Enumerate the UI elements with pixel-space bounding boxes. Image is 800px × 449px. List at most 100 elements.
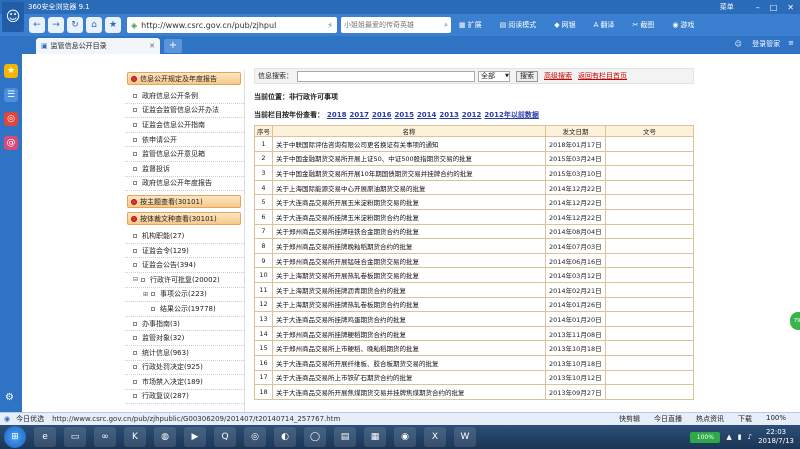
app-folder-icon[interactable]: ▤: [334, 427, 356, 447]
tree-expander-icon[interactable]: ⊟: [133, 276, 138, 283]
app-baidu-icon[interactable]: ∞: [94, 427, 116, 447]
row-title-link[interactable]: 关于大连商品交易所开展纤维板、胶合板期货交易的批复: [272, 354, 546, 371]
favorite-star-icon[interactable]: ★: [105, 17, 121, 33]
clock[interactable]: 22:03 2018/7/13: [758, 428, 794, 446]
address-bar[interactable]: ◈ http://www.csrc.gov.cn/pub/zjhpul ⚡: [127, 17, 337, 33]
status-download[interactable]: 下载: [738, 414, 752, 424]
row-title-link[interactable]: 关于郑州商品交易所挂牌粳稻期货合约的批复: [272, 325, 546, 342]
tool-reading-mode[interactable]: ▤ 阅读模式: [500, 20, 546, 30]
tab-menu-icon[interactable]: ≡: [788, 39, 794, 49]
nav-section-rules[interactable]: 信息公开规定及年度报告: [127, 72, 241, 85]
row-title-link[interactable]: 关于郑州商品交易所上市粳稻、晚籼稻期货的批复: [272, 340, 546, 356]
nav-item[interactable]: ⊞ 事项公示(223): [125, 288, 244, 303]
user-avatar[interactable]: ☺: [2, 2, 24, 32]
nav-item[interactable]: 证监会信息公开指南: [125, 118, 244, 133]
app-360-icon[interactable]: ◎: [244, 427, 266, 447]
volume-icon[interactable]: ♪: [748, 433, 752, 441]
table-row[interactable]: 14 关于郑州商品交易所挂牌粳稻期货合约的批复 2013年11月08日: [254, 325, 694, 342]
nav-item[interactable]: 行政处罚决定(925): [125, 361, 244, 376]
status-live[interactable]: 今日直播: [654, 414, 682, 424]
nav-item[interactable]: 监管信息公开意见箱: [125, 147, 244, 162]
settings-gear-icon[interactable]: ⚙: [5, 392, 14, 403]
row-title-link[interactable]: 关于郑州商品交易所挂牌硅铁合金期货合约的批复: [272, 223, 546, 240]
nav-item[interactable]: ⊟ 行政许可批复(20002): [125, 273, 244, 288]
tab-active[interactable]: ▣ 监管信息公开目录 ✕: [36, 38, 160, 54]
year-link[interactable]: 2016: [372, 111, 391, 119]
row-title-link[interactable]: 关于上海期货交易所挂牌沥青期货合约的批复: [272, 281, 546, 298]
maximize-icon[interactable]: □: [770, 3, 778, 12]
table-row[interactable]: 7 关于郑州商品交易所挂牌硅铁合金期货合约的批复 2014年08月04日: [254, 223, 694, 240]
tool-translate[interactable]: A 翻译: [594, 20, 624, 30]
table-row[interactable]: 6 关于大连商品交易所挂牌玉米淀粉期货合约的批复 2014年12月22日: [254, 208, 694, 225]
row-title-link[interactable]: 关于大连商品交易所开展玉米淀粉期货交易的批复: [272, 194, 546, 210]
nav-item[interactable]: 结果公示(19778): [125, 302, 244, 317]
row-title-link[interactable]: 关于上海期货交易所挂牌热轧卷板期货合约的批复: [272, 296, 546, 313]
row-title-link[interactable]: 关于大连商品交易所上市铁矿石期货合约的批复: [272, 369, 546, 386]
forward-icon[interactable]: →: [48, 17, 64, 33]
app-excel-icon[interactable]: X: [424, 427, 446, 447]
row-title-link[interactable]: 关于郑州商品交易所挂牌晚籼稻期货合约的批复: [272, 238, 546, 254]
app-wechat-icon[interactable]: ◐: [274, 427, 296, 447]
list-icon[interactable]: ☰: [4, 88, 18, 102]
app-360browser-icon[interactable]: ◉: [394, 427, 416, 447]
table-row[interactable]: 8 关于郑州商品交易所挂牌晚籼稻期货合约的批复 2014年07月03日: [254, 238, 694, 254]
app-weibo-icon[interactable]: ◯: [304, 427, 326, 447]
year-link[interactable]: 2015: [394, 111, 413, 119]
today-pick[interactable]: 今日优选: [16, 414, 44, 424]
nav-item[interactable]: 统计信息(963): [125, 346, 244, 361]
nav-section-by-topic[interactable]: 按主题查看(30101): [127, 195, 241, 209]
scope-select[interactable]: 全部 ▼: [478, 70, 510, 82]
address-go-icon[interactable]: ⚡: [327, 21, 333, 30]
advanced-search-link[interactable]: 高级搜索: [544, 71, 572, 81]
nav-item[interactable]: 证监会令(129): [125, 244, 244, 259]
app-iqiyi-icon[interactable]: Q: [214, 427, 236, 447]
table-row[interactable]: 11 关于上海期货交易所挂牌沥青期货合约的批复 2014年02月21日: [254, 281, 694, 298]
floating-widget[interactable]: 79: [790, 312, 800, 330]
table-row[interactable]: 3 关于中国金融期货交易所开展10年期国债期货交易并挂牌合约的批复 2015年03月…: [254, 165, 694, 181]
row-title-link[interactable]: 关于中国金融期货交易所开展10年期国债期货交易并挂牌合约的批复: [272, 165, 546, 181]
app-explorer-icon[interactable]: ▭: [64, 427, 86, 447]
search-icon[interactable]: ⌕: [444, 21, 448, 30]
table-row[interactable]: 4 关于上海国际能源交易中心开展原油期货交易的批复 2014年12月22日: [254, 179, 694, 196]
status-hot-news[interactable]: 热点资讯: [696, 414, 724, 424]
table-row[interactable]: 2 关于中国金融期货交易所开展上证50、中证500股指期货交易的批复 2015年03…: [254, 150, 694, 167]
app-k-icon[interactable]: K: [124, 427, 146, 447]
table-row[interactable]: 5 关于大连商品交易所开展玉米淀粉期货交易的批复 2014年12月22日: [254, 194, 694, 210]
minimize-icon[interactable]: –: [756, 3, 760, 12]
back-icon[interactable]: ←: [29, 17, 45, 33]
nav-item[interactable]: 行政复议(287): [125, 390, 244, 405]
app-word-icon[interactable]: W: [454, 427, 476, 447]
nav-item[interactable]: 政府信息公开条例: [125, 89, 244, 104]
app-chrome-icon[interactable]: ◍: [154, 427, 176, 447]
tree-expander-icon[interactable]: ⊞: [143, 291, 148, 298]
table-row[interactable]: 17 关于大连商品交易所上市铁矿石期货合约的批复 2013年10月12日: [254, 369, 694, 386]
row-title-link[interactable]: 关于大连商品交易所开展焦煤期货交易并挂牌焦煤期货合约的批复: [272, 384, 546, 400]
year-link[interactable]: 2014: [417, 111, 436, 119]
row-title-link[interactable]: 关于中联国际评估咨询有限公司更名换证有关事项的通知: [272, 136, 546, 152]
table-row[interactable]: 1 关于中联国际评估咨询有限公司更名换证有关事项的通知 2018年01月17日: [254, 136, 694, 152]
mail-icon[interactable]: @: [4, 136, 18, 150]
row-title-link[interactable]: 关于郑州商品交易所开展锰硅合金期货交易的批复: [272, 252, 546, 269]
year-link[interactable]: 2013: [439, 111, 458, 119]
start-button[interactable]: ⊞: [4, 426, 26, 448]
table-row[interactable]: 9 关于郑州商品交易所开展锰硅合金期货交易的批复 2014年06月16日: [254, 252, 694, 269]
refresh-icon[interactable]: ↻: [67, 17, 83, 33]
year-link[interactable]: 2017: [349, 111, 368, 119]
year-link[interactable]: 2012年以前数据: [484, 111, 538, 119]
year-link[interactable]: 2012: [462, 111, 481, 119]
nav-item[interactable]: 监督投诉: [125, 162, 244, 177]
back-to-column-link[interactable]: 返回有栏目首页: [578, 71, 627, 81]
row-title-link[interactable]: 关于大连商品交易所挂牌鸡蛋期货合约的批复: [272, 311, 546, 327]
network-icon[interactable]: ▮: [738, 433, 742, 441]
tool-extensions[interactable]: ▦ 扩展: [459, 20, 491, 30]
nav-item[interactable]: 机构职能(27): [125, 229, 244, 244]
tray-up-icon[interactable]: ▲: [726, 433, 731, 441]
weibo-icon[interactable]: ◎: [4, 112, 18, 126]
login-button[interactable]: ☺ 登录管家: [735, 39, 781, 49]
nav-item[interactable]: 依申请公开: [125, 133, 244, 148]
app-notes-icon[interactable]: ▦: [364, 427, 386, 447]
row-title-link[interactable]: 关于上海国际能源交易中心开展原油期货交易的批复: [272, 179, 546, 196]
home-icon[interactable]: ⌂: [86, 17, 102, 33]
info-search-input[interactable]: [297, 70, 475, 82]
table-row[interactable]: 12 关于上海期货交易所挂牌热轧卷板期货合约的批复 2014年01月26日: [254, 296, 694, 313]
